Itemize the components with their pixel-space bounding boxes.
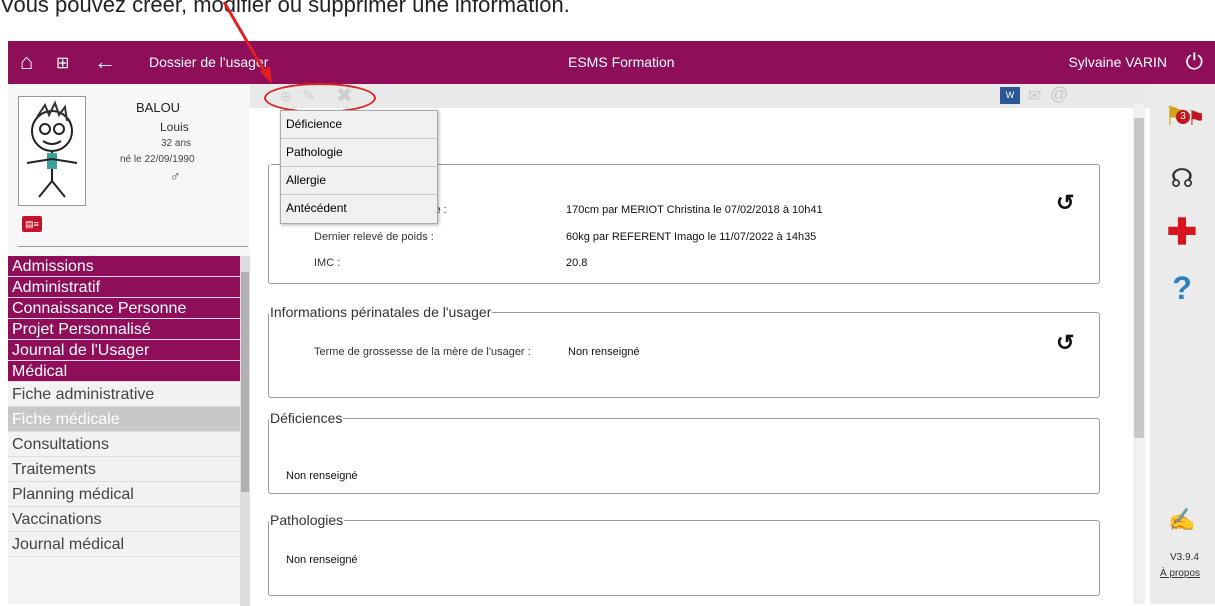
pathologies-section: Pathologies xyxy=(268,512,1100,596)
patient-birthdate: né le 22/09/1990 xyxy=(120,154,195,165)
bmi-label: IMC : xyxy=(314,257,341,269)
grid-menu-icon[interactable]: ⊞ xyxy=(56,52,69,76)
pathologies-value: Non renseigné xyxy=(286,554,358,566)
sidebar-item-vaccinations[interactable]: Vaccinations xyxy=(8,507,240,532)
sidebar-item-consultations[interactable]: Consultations xyxy=(8,432,240,457)
help-icon[interactable]: ? xyxy=(1164,270,1200,306)
word-export-icon[interactable]: W xyxy=(1000,87,1020,104)
id-card-icon[interactable]: ▤≡ xyxy=(22,216,42,232)
profile-divider xyxy=(18,246,248,247)
sidebar-item-medical[interactable]: Médical xyxy=(8,361,240,382)
about-link[interactable]: À propos xyxy=(1160,568,1200,579)
sidebar-item-journal-medical[interactable]: Journal médical xyxy=(8,532,240,557)
sidebar-item-planning-medical[interactable]: Planning médical xyxy=(8,482,240,507)
version-label: V3.9.4 xyxy=(1170,552,1199,563)
at-icon[interactable]: @ xyxy=(1050,84,1068,105)
user-name[interactable]: Sylvaine VARIN xyxy=(1068,54,1167,70)
content-scrollbar-thumb[interactable] xyxy=(1134,118,1144,438)
history-icon[interactable]: ↺ xyxy=(1056,190,1074,216)
height-value: 170cm par MERIOT Christina le 07/02/2018… xyxy=(566,204,823,216)
support-headset-icon[interactable]: ☊ xyxy=(1164,160,1200,196)
deficiences-value: Non renseigné xyxy=(286,470,358,482)
content-scrollbar[interactable] xyxy=(1133,104,1145,604)
mail-icon[interactable]: ✉ xyxy=(1028,86,1041,106)
dropdown-option-pathologie[interactable]: Pathologie xyxy=(281,139,437,167)
sidebar-scrollbar[interactable] xyxy=(240,256,250,606)
weight-value: 60kg par REFERENT Imago le 11/07/2022 à … xyxy=(566,231,817,243)
deficiences-legend: Déficiences xyxy=(270,410,343,426)
content-toolbar: ⊕ ✎ ✖ W ✉ @ xyxy=(250,84,1150,108)
perinatal-legend: Informations périnatales de l'usager xyxy=(270,304,492,320)
sidebar-item-journal-usager[interactable]: Journal de l'Usager xyxy=(8,340,240,361)
deficiences-section: Déficiences xyxy=(268,410,1100,494)
pregnancy-term-label: Terme de grossesse de la mère de l'usage… xyxy=(314,346,531,358)
alerts-flag-icon[interactable]: ⚑⚑ 3 xyxy=(1164,98,1205,134)
sidebar-scrollbar-thumb[interactable] xyxy=(241,272,249,492)
sidebar-item-fiche-medicale[interactable]: Fiche médicale xyxy=(8,407,240,432)
patient-profile: BALOU Louis 32 ans né le 22/09/1990 ♂ ▤≡ xyxy=(8,84,250,254)
left-sidebar: BALOU Louis 32 ans né le 22/09/1990 ♂ ▤≡… xyxy=(8,84,250,606)
sidebar-item-traitements[interactable]: Traitements xyxy=(8,457,240,482)
power-icon[interactable]: ⏻ xyxy=(1186,49,1203,75)
weight-label: Dernier relevé de poids : xyxy=(314,231,434,243)
top-bar: ⌂ ⊞ ← Dossier de l'usager ESMS Formation… xyxy=(8,41,1215,84)
avatar xyxy=(18,96,86,206)
annotation-arrow xyxy=(222,1,272,84)
right-toolbar: ⚑⚑ 3 ☊ ✚ ? ✍ V3.9.4 À propos xyxy=(1150,84,1215,604)
dropdown-option-antecedent[interactable]: Antécédent xyxy=(281,195,437,223)
sidebar-menu: Admissions Administratif Connaissance Pe… xyxy=(8,256,240,557)
medical-cross-icon[interactable]: ✚ xyxy=(1164,214,1200,250)
add-dropdown-menu: Déficience Pathologie Allergie Antécéden… xyxy=(280,110,438,224)
pathologies-legend: Pathologies xyxy=(270,512,344,528)
back-arrow-icon[interactable]: ← xyxy=(94,50,116,74)
patient-sex-icon: ♂ xyxy=(170,168,181,184)
bmi-value: 20.8 xyxy=(566,257,588,269)
patient-first-name: Louis xyxy=(160,120,189,134)
avatar-illustration xyxy=(26,100,78,198)
sidebar-item-connaissance-personne[interactable]: Connaissance Personne xyxy=(8,298,240,319)
pregnancy-term-value: Non renseigné xyxy=(568,346,640,358)
signature-icon[interactable]: ✍ xyxy=(1164,502,1200,538)
patient-last-name: BALOU xyxy=(136,100,181,115)
sidebar-item-projet-personnalise[interactable]: Projet Personnalisé xyxy=(8,319,240,340)
dropdown-option-deficience[interactable]: Déficience xyxy=(281,111,437,139)
organization-title: ESMS Formation xyxy=(568,54,675,70)
home-icon[interactable]: ⌂ xyxy=(20,50,33,74)
patient-age: 32 ans xyxy=(161,138,192,149)
sidebar-item-administratif[interactable]: Administratif xyxy=(8,277,240,298)
alerts-badge: 3 xyxy=(1176,110,1190,124)
sidebar-item-admissions[interactable]: Admissions xyxy=(8,256,240,277)
dropdown-option-allergie[interactable]: Allergie xyxy=(281,167,437,195)
sidebar-item-fiche-administrative[interactable]: Fiche administrative xyxy=(8,382,240,407)
instruction-caption: Vous pouvez créer, modifier ou supprimer… xyxy=(0,0,570,17)
perinatal-history-icon[interactable]: ↺ xyxy=(1056,330,1074,356)
